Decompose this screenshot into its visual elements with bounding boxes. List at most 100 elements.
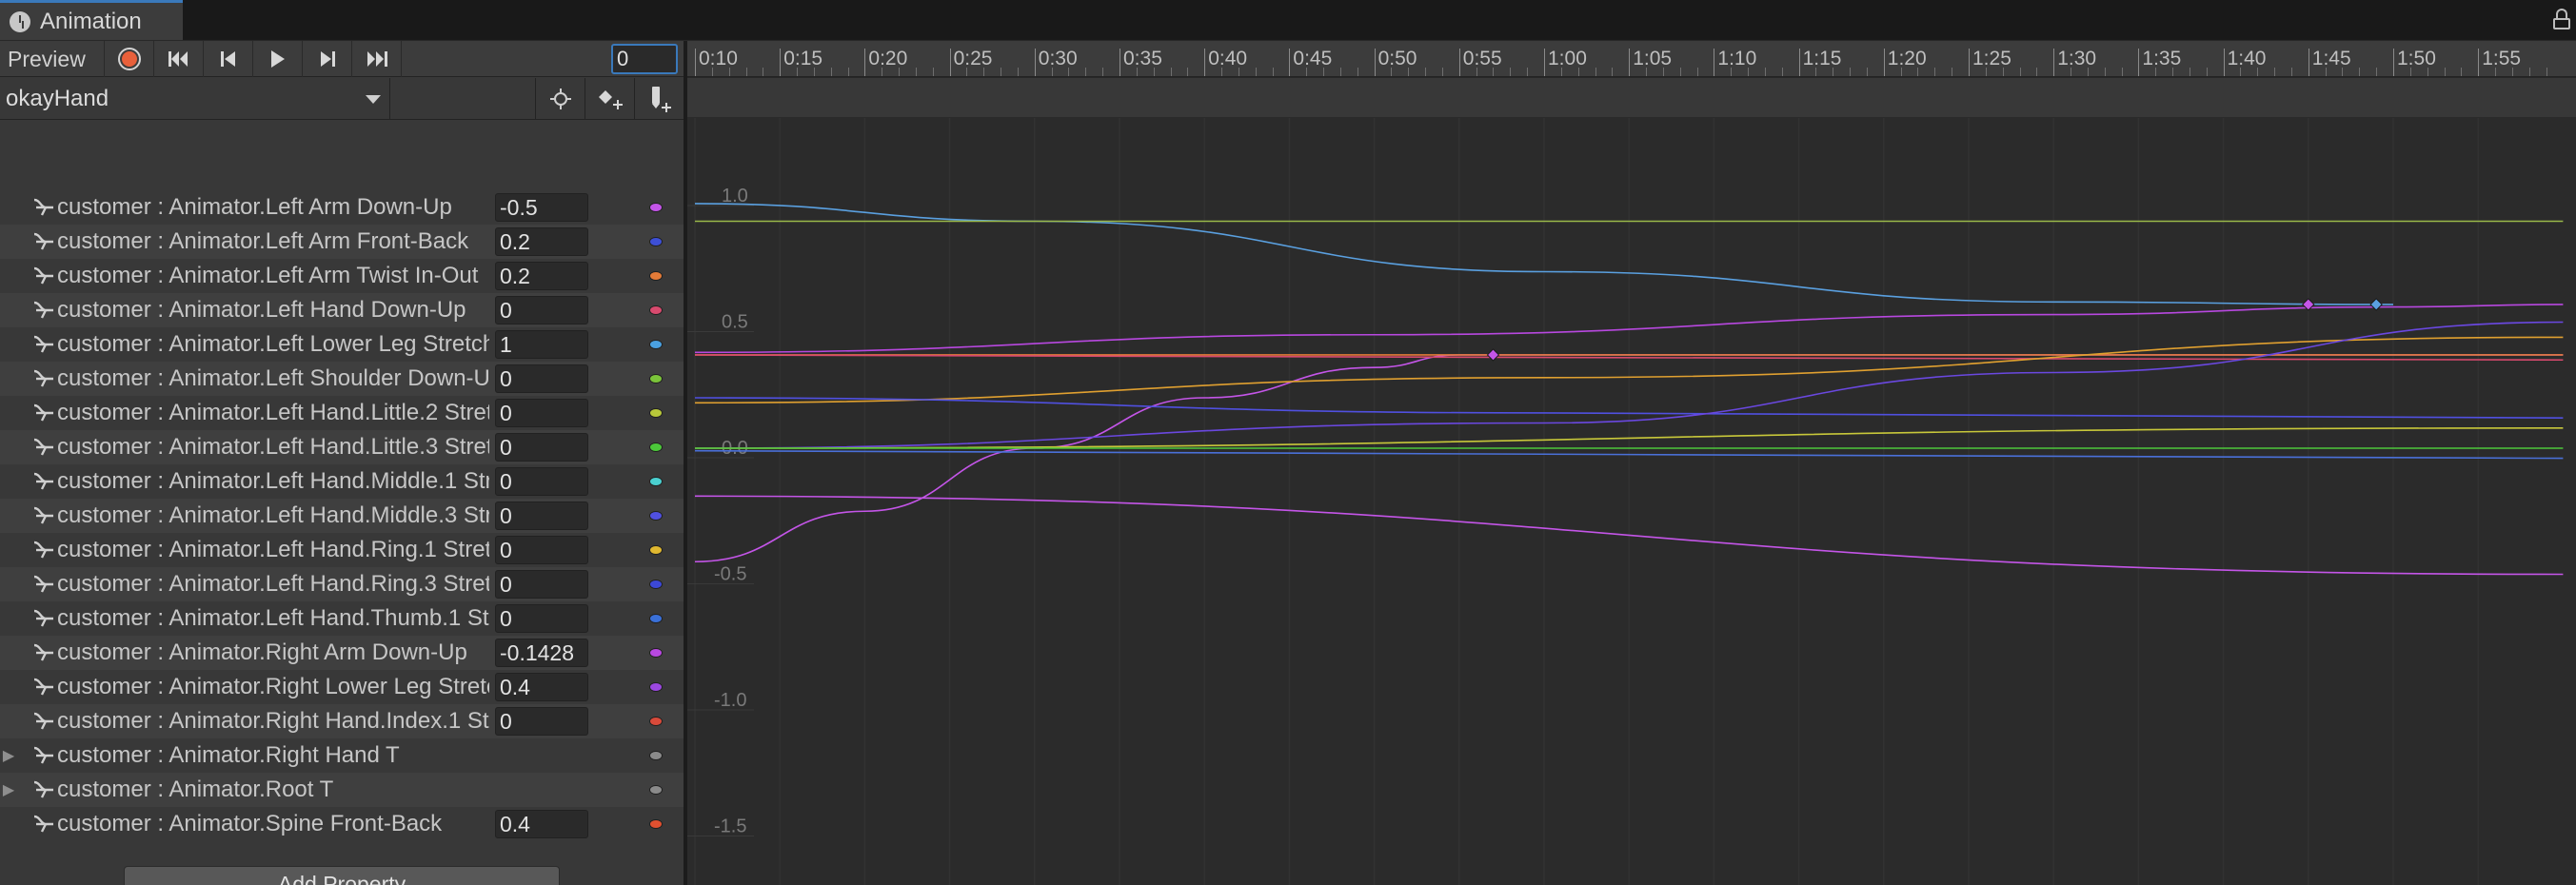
add-property-button[interactable]: Add Property: [124, 866, 560, 885]
frame-input[interactable]: 0: [611, 44, 678, 74]
curve-color-dot[interactable]: [649, 819, 663, 829]
ruler-label: 1:05: [1633, 48, 1673, 69]
row-spacer: [0, 704, 17, 738]
expand-arrow-icon[interactable]: ▶: [0, 738, 17, 773]
record-button[interactable]: [105, 41, 154, 77]
property-row[interactable]: customer : Animator.Left Hand.Middle.1 S…: [0, 464, 685, 499]
property-row[interactable]: customer : Animator.Left Hand.Ring.3 Str…: [0, 567, 685, 601]
ruler-minor-tick: [2427, 68, 2428, 76]
property-value-field[interactable]: 0: [495, 467, 588, 496]
curve-color-dot[interactable]: [649, 340, 663, 349]
property-row[interactable]: customer : Animator.Left Hand.Thumb.1 St…: [0, 601, 685, 636]
property-row[interactable]: customer : Animator.Left Hand.Little.2 S…: [0, 396, 685, 430]
curve-color-dot[interactable]: [649, 477, 663, 486]
first-key-button[interactable]: [154, 41, 204, 77]
row-spacer: [0, 636, 17, 670]
add-keyframe-button[interactable]: [585, 78, 634, 120]
curve-color-dot[interactable]: [649, 305, 663, 315]
animation-curve[interactable]: [694, 354, 1459, 563]
curve-color-dot[interactable]: [649, 648, 663, 658]
step-back-icon: [220, 51, 235, 67]
property-value-field[interactable]: -0.1428: [495, 639, 588, 667]
animator-property-icon: [33, 232, 53, 250]
row-spacer: [0, 670, 17, 704]
property-value-field[interactable]: 1: [495, 330, 588, 359]
curve-color-dot[interactable]: [649, 374, 663, 384]
curve-color-dot[interactable]: [649, 717, 663, 726]
filter-keyframes-button[interactable]: [535, 78, 585, 120]
next-key-button[interactable]: [303, 41, 352, 77]
property-value-field[interactable]: 0: [495, 502, 588, 530]
lock-icon[interactable]: [2553, 9, 2570, 30]
row-spacer: [0, 190, 17, 225]
tab-animation[interactable]: Animation: [0, 0, 183, 40]
curve-color-dot[interactable]: [649, 408, 663, 418]
ruler-minor-tick: [2546, 68, 2547, 76]
property-row[interactable]: customer : Animator.Left Arm Front-Back 0…: [0, 225, 685, 259]
animator-property-icon: [33, 266, 53, 285]
curve-color-dot[interactable]: [649, 203, 663, 212]
ruler-minor-tick: [2002, 68, 2004, 76]
property-row[interactable]: customer : Animator.Left Hand.Little.3 S…: [0, 430, 685, 464]
property-value-field[interactable]: 0: [495, 433, 588, 462]
curve-color-dot[interactable]: [649, 682, 663, 692]
property-value-field[interactable]: 0: [495, 399, 588, 427]
property-value-field[interactable]: 0.2: [495, 262, 588, 290]
curve-color-dot[interactable]: [649, 237, 663, 246]
property-value-field[interactable]: -0.5: [495, 193, 588, 222]
curve-color-dot[interactable]: [649, 785, 663, 795]
property-row[interactable]: customer : Animator.Left Arm Twist In-Ou…: [0, 259, 685, 293]
timeline-ruler[interactable]: 0:10 0:15 0:20 0:25 0:30 0:35 0:40 0:45 0:50 0:55…: [687, 41, 2576, 77]
property-value-field[interactable]: 0: [495, 604, 588, 633]
event-track[interactable]: [687, 78, 2576, 118]
clip-dropdown[interactable]: okayHand: [0, 78, 390, 120]
property-row[interactable]: customer : Animator.Spine Front-Back 0.4: [0, 807, 685, 841]
previous-key-button[interactable]: [204, 41, 253, 77]
curve-color-dot[interactable]: [649, 614, 663, 623]
ruler-minor-tick: [728, 68, 730, 76]
property-value-field[interactable]: 0.4: [495, 810, 588, 838]
ruler-label: 0:40: [1208, 48, 1248, 69]
property-row[interactable]: customer : Animator.Left Shoulder Down-U…: [0, 362, 685, 396]
add-event-button[interactable]: [634, 78, 684, 120]
ruler-minor-tick: [2409, 68, 2411, 76]
property-row[interactable]: customer : Animator.Left Lower Leg Stret…: [0, 327, 685, 362]
property-row[interactable]: customer : Animator.Right Hand.Index.1 S…: [0, 704, 685, 738]
property-row[interactable]: customer : Animator.Left Hand.Middle.3 S…: [0, 499, 685, 533]
preview-button[interactable]: Preview: [0, 41, 105, 77]
property-name: customer : Animator.Right Hand T: [57, 742, 400, 768]
property-value-field[interactable]: 0.2: [495, 227, 588, 256]
property-value-field[interactable]: 0: [495, 707, 588, 736]
property-row[interactable]: customer : Animator.Left Hand.Ring.1 Str…: [0, 533, 685, 567]
property-name: customer : Animator.Right Arm Down-Up: [57, 639, 467, 665]
curve-color-dot[interactable]: [649, 751, 663, 760]
property-value-field[interactable]: 0: [495, 296, 588, 324]
curve-color-dot[interactable]: [649, 271, 663, 281]
property-row[interactable]: ▶ customer : Animator.Root T: [0, 773, 685, 807]
expand-arrow-icon[interactable]: ▶: [0, 773, 17, 807]
ruler-minor-tick: [2342, 68, 2344, 76]
curve-color-dot[interactable]: [649, 545, 663, 555]
ruler-label: 1:35: [2142, 48, 2182, 69]
property-row[interactable]: customer : Animator.Right Lower Leg Stre…: [0, 670, 685, 704]
curve-color-dot[interactable]: [649, 580, 663, 589]
property-row[interactable]: customer : Animator.Left Hand Down-Up 0: [0, 293, 685, 327]
property-row[interactable]: customer : Animator.Right Arm Down-Up -0.…: [0, 636, 685, 670]
keyframe-marker[interactable]: [2369, 298, 2383, 311]
ruler-minor-tick: [1136, 68, 1138, 76]
curve-color-dot[interactable]: [649, 511, 663, 521]
curve-color-dot[interactable]: [649, 442, 663, 452]
property-value-field[interactable]: 0.4: [495, 673, 588, 701]
property-row[interactable]: ▶ customer : Animator.Right Hand T: [0, 738, 685, 773]
animator-property-icon: [33, 438, 53, 456]
curve-editor[interactable]: 1.0 0.5 0.0 -0.5 -1.0 -1.5: [687, 118, 2576, 885]
property-value-field[interactable]: 0: [495, 364, 588, 393]
property-value-field[interactable]: 0: [495, 536, 588, 564]
property-value-field[interactable]: 0: [495, 570, 588, 599]
property-row[interactable]: customer : Animator.Left Arm Down-Up -0.5: [0, 190, 685, 225]
ruler-minor-tick: [711, 68, 713, 76]
play-button[interactable]: [253, 41, 303, 77]
ruler-tick: [1629, 49, 1631, 76]
keyframe-marker[interactable]: [1486, 348, 1500, 362]
last-key-button[interactable]: [352, 41, 402, 77]
